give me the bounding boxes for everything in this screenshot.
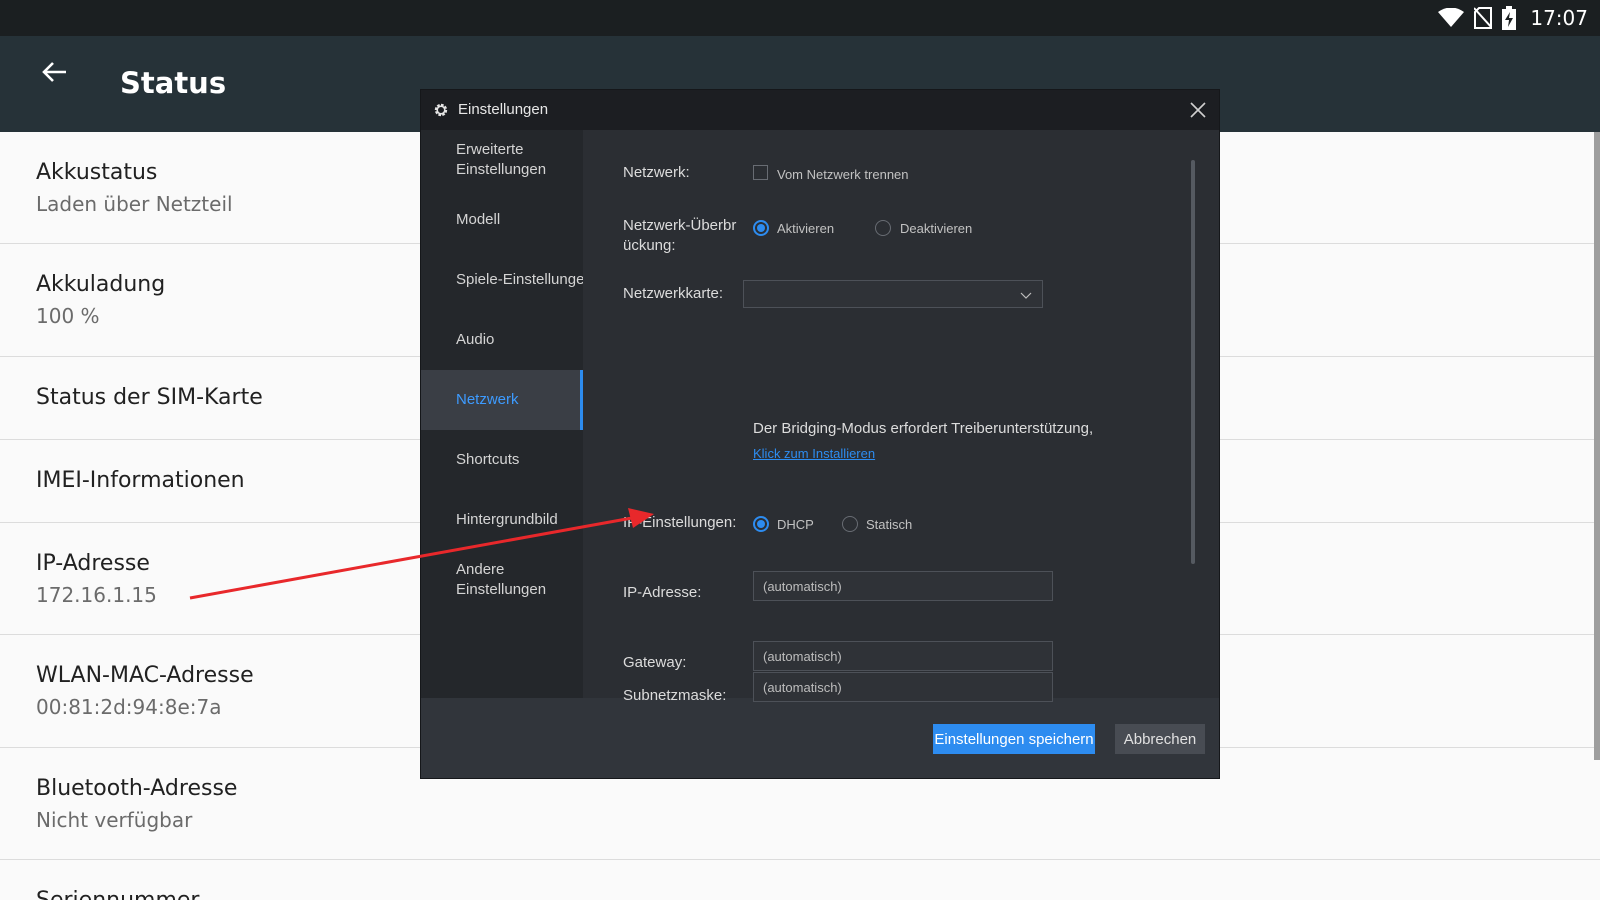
install-driver-link[interactable]: Klick zum Installieren [753,446,875,461]
settings-sidebar: Erweiterte Einstellungen Modell Spiele-E… [421,130,583,698]
list-item-subtitle: Nicht verfügbar [36,808,193,832]
page-scrollbar[interactable] [1594,132,1600,760]
bridge-disable-radio[interactable] [875,220,891,236]
nav-item-label: Modell [456,211,501,228]
nav-item-advanced[interactable]: Erweiterte Einstellungen [421,130,583,190]
bridge-note: Der Bridging-Modus erfordert Treiberunte… [753,420,1094,437]
dialog-title: Einstellungen [458,101,549,118]
nav-item-label: Spiele-Einstellungen [456,271,583,288]
nav-item-model[interactable]: Modell [421,190,583,250]
chevron-down-icon [1020,292,1032,299]
bridge-enable-label: Aktivieren [777,221,835,236]
dialog-titlebar: Einstellungen [421,90,1219,130]
nav-item-label: Erweiterte Einstellungen [456,141,547,178]
nav-item-game-settings[interactable]: Spiele-Einstellungen [421,250,583,310]
clock: 17:07 [1530,6,1588,30]
status-icons: 17:07 [1438,0,1588,36]
list-item-title: Akkustatus [36,160,158,185]
static-label: Statisch [866,517,913,532]
gateway-label: Gateway: [623,654,687,671]
nav-item-audio[interactable]: Audio [421,310,583,370]
save-settings-button[interactable]: Einstellungen speichern [933,724,1095,754]
subnet-label: Subnetzmaske: [623,687,727,704]
nav-item-wallpaper[interactable]: Hintergrundbild [421,490,583,550]
disconnect-checkbox[interactable] [753,165,768,180]
nav-item-label: Audio [456,331,495,348]
dialog-footer: Einstellungen speichern Abbrechen [421,698,1219,778]
wifi-icon [1438,8,1465,27]
nav-item-network[interactable]: Netzwerk [421,370,583,430]
list-item-title: Bluetooth-Adresse [36,776,238,801]
nav-item-shortcuts[interactable]: Shortcuts [421,430,583,490]
network-card-select[interactable] [743,280,1043,308]
nav-item-label: Netzwerk [456,391,519,408]
status-bar: 17:07 [0,0,1600,36]
list-item-title: WLAN-MAC-Adresse [36,663,254,688]
list-item-subtitle: 00:81:2d:94:8e:7a [36,695,222,719]
ip-settings-label: IP-Einstellungen: [623,514,737,531]
network-label: Netzwerk: [623,164,690,181]
list-item-subtitle: Laden über Netzteil [36,192,233,216]
nav-item-label: Andere Einstellungen [456,561,547,598]
back-button[interactable] [36,54,72,90]
no-sim-icon [1474,7,1493,29]
disconnect-label: Vom Netzwerk trennen [777,167,909,182]
list-item-title: IP-Adresse [36,551,150,576]
list-item-serial[interactable]: Seriennummer [0,860,1600,900]
list-item-title: Status der SIM-Karte [36,385,263,410]
gateway-input[interactable] [753,641,1053,671]
list-item-title: Akkuladung [36,272,166,297]
nav-item-other[interactable]: Andere Einstellungen [421,550,583,610]
dhcp-radio[interactable] [753,516,769,532]
bridge-disable-label: Deaktivieren [900,221,973,236]
cancel-button[interactable]: Abbrechen [1115,724,1205,754]
subnet-input[interactable] [753,672,1053,702]
bridge-enable-radio[interactable] [753,220,769,236]
ip-address-label: IP-Adresse: [623,584,702,601]
arrow-left-icon [42,62,66,82]
dhcp-label: DHCP [777,517,814,532]
content-scrollbar[interactable] [1191,160,1195,564]
ip-address-input[interactable] [753,571,1053,601]
network-card-label: Netzwerkkarte: [623,285,724,302]
nav-item-label: Shortcuts [456,451,520,468]
nav-item-label: Hintergrundbild [456,511,558,528]
network-settings-panel: Netzwerk: Vom Netzwerk trennen Netzwerk-… [583,130,1219,698]
list-item-subtitle: 100 % [36,304,100,328]
static-radio[interactable] [842,516,858,532]
settings-dialog: Einstellungen Erweiterte Einstellungen M… [420,89,1220,779]
page-title: Status [120,66,227,100]
battery-charging-icon [1502,6,1517,30]
list-item-title: IMEI-Informationen [36,468,245,493]
list-item-title: Seriennummer [36,888,199,900]
list-item-subtitle: 172.16.1.15 [36,583,157,607]
close-icon[interactable] [1187,99,1209,121]
bridge-label: Netzwerk-Überbrückung: [623,217,737,254]
gear-icon [434,103,448,117]
